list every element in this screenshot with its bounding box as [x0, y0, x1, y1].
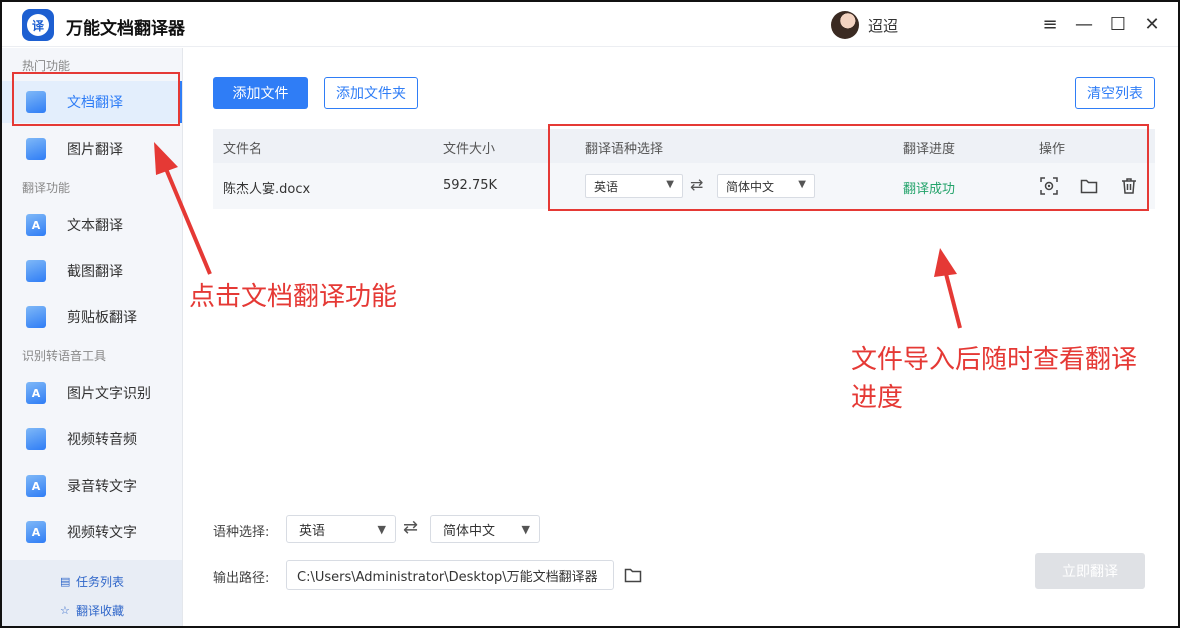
title-bar: 译 万能文档翻译器 迢迢 ≡ — ☐ ✕ — [2, 2, 1178, 47]
app-title: 万能文档翻译器 — [66, 19, 185, 39]
sidebar-item-label: 文本翻译 — [67, 218, 123, 234]
sidebar-item-ocr[interactable]: A 图片文字识别 — [2, 372, 182, 414]
menu-icon[interactable]: ≡ — [1038, 12, 1062, 36]
sidebar-item-video-to-text[interactable]: A 视频转文字 — [2, 511, 182, 553]
highlight-box-document-translate — [12, 72, 180, 126]
app-logo-glyph: 译 — [27, 14, 49, 36]
video-text-icon: A — [26, 521, 46, 543]
header-file-size: 文件大小 — [443, 142, 496, 157]
recording-icon: A — [26, 475, 46, 497]
section-title-translate: 翻译功能 — [22, 181, 71, 195]
task-list-label: 任务列表 — [76, 575, 125, 589]
source-language-value: 英语 — [299, 523, 326, 539]
image-icon — [26, 138, 46, 160]
language-label: 语种选择: — [213, 525, 270, 540]
avatar[interactable] — [831, 11, 859, 39]
browse-folder-icon[interactable] — [623, 565, 643, 585]
output-path-label: 输出路径: — [213, 571, 270, 586]
annotation-note-2-line1: 文件导入后随时查看翻译 — [851, 345, 1138, 375]
file-name-cell: 陈杰人宴.docx — [223, 182, 311, 197]
sidebar-item-video-to-audio[interactable]: 视频转音频 — [2, 418, 182, 460]
clipboard-icon — [26, 306, 46, 328]
favorites-label: 翻译收藏 — [76, 604, 125, 618]
app-window: 译 万能文档翻译器 迢迢 ≡ — ☐ ✕ 热门功能 文档翻译 图片翻译 翻译功能… — [0, 0, 1180, 628]
list-icon: ▤ — [60, 575, 71, 588]
sidebar-item-recording-to-text[interactable]: A 录音转文字 — [2, 465, 182, 507]
annotation-note-1: 点击文档翻译功能 — [189, 282, 398, 312]
sidebar-item-label: 图片翻译 — [67, 142, 123, 158]
app-logo: 译 — [22, 9, 54, 41]
add-file-button[interactable]: 添加文件 — [213, 77, 308, 109]
close-icon[interactable]: ✕ — [1140, 12, 1164, 36]
sidebar-item-label: 剪贴板翻译 — [67, 310, 137, 326]
sidebar-item-screenshot-translate[interactable]: 截图翻译 — [2, 250, 182, 292]
sidebar-footer: ▤ 任务列表 ☆ 翻译收藏 — [2, 560, 182, 626]
task-list-link[interactable]: ▤ 任务列表 — [60, 573, 124, 590]
screenshot-icon — [26, 260, 46, 282]
video-audio-icon — [26, 428, 46, 450]
text-icon: A — [26, 214, 46, 236]
chevron-down-icon: ▼ — [377, 523, 386, 536]
minimize-icon[interactable]: — — [1072, 12, 1096, 36]
sidebar-item-clipboard-translate[interactable]: 剪贴板翻译 — [2, 296, 182, 338]
sidebar: 热门功能 文档翻译 图片翻译 翻译功能 A 文本翻译 截图翻译 剪贴板翻译 识别… — [2, 48, 183, 626]
swap-languages-icon[interactable]: ⇄ — [403, 517, 418, 538]
translate-now-button[interactable]: 立即翻译 — [1035, 553, 1145, 589]
highlight-box-progress — [548, 124, 1149, 211]
source-language-select[interactable]: 英语 ▼ — [286, 515, 396, 543]
sidebar-item-label: 视频转文字 — [67, 525, 137, 541]
sidebar-item-image-translate[interactable]: 图片翻译 — [2, 128, 182, 170]
section-title-recognition: 识别转语音工具 — [22, 349, 107, 363]
annotation-note-2-line2: 进度 — [851, 383, 904, 413]
favorites-link[interactable]: ☆ 翻译收藏 — [60, 602, 124, 619]
user-name[interactable]: 迢迢 — [868, 15, 898, 36]
target-language-value: 简体中文 — [443, 523, 496, 539]
target-language-select[interactable]: 简体中文 ▼ — [430, 515, 540, 543]
sidebar-item-text-translate[interactable]: A 文本翻译 — [2, 204, 182, 246]
sidebar-item-label: 视频转音频 — [67, 432, 137, 448]
file-size-cell: 592.75K — [443, 178, 498, 193]
output-path-field[interactable]: C:\Users\Administrator\Desktop\万能文档翻译器 — [286, 560, 614, 590]
chevron-down-icon: ▼ — [521, 523, 530, 536]
ocr-icon: A — [26, 382, 46, 404]
add-folder-button[interactable]: 添加文件夹 — [324, 77, 418, 109]
maximize-icon[interactable]: ☐ — [1106, 12, 1130, 36]
clear-list-button[interactable]: 清空列表 — [1075, 77, 1155, 109]
star-icon: ☆ — [60, 604, 70, 617]
sidebar-item-label: 截图翻译 — [67, 264, 123, 280]
sidebar-item-label: 图片文字识别 — [67, 386, 151, 402]
sidebar-item-label: 录音转文字 — [67, 479, 137, 495]
header-file-name: 文件名 — [223, 142, 263, 157]
